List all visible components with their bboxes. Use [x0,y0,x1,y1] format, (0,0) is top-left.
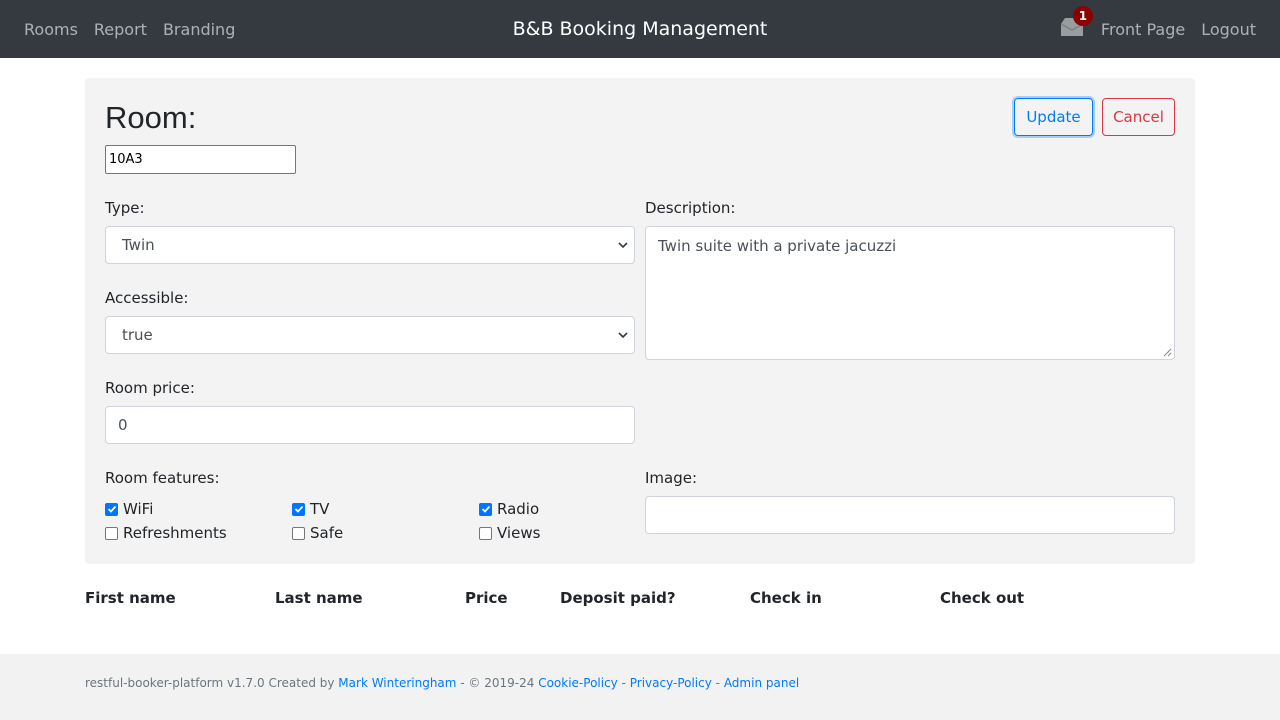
privacy-policy-link[interactable]: Privacy-Policy [630,676,712,690]
wifi-label: WiFi [123,500,154,518]
header-deposit-paid: Deposit paid? [560,589,676,607]
type-label: Type: [105,199,145,217]
check-icon [294,505,303,513]
views-checkbox[interactable] [479,526,492,540]
wifi-checkbox[interactable] [105,502,118,516]
check-icon [481,505,490,513]
nav-left-links: Rooms Report Branding [24,0,251,58]
type-select-value: Twin [122,236,155,254]
description-label: Description: [645,199,736,217]
accessible-select[interactable]: true [105,316,635,354]
image-url-input[interactable] [645,496,1175,534]
footer-separator: - [711,676,724,690]
chevron-down-icon [618,332,628,339]
page-footer: restful-booker-platform v1.7.0 Created b… [0,654,1280,720]
top-navbar: Rooms Report Branding B&B Booking Manage… [0,0,1280,58]
accessible-label: Accessible: [105,289,189,307]
resize-handle-icon[interactable] [1163,348,1172,357]
header-check-in: Check in [750,589,822,607]
refreshments-label: Refreshments [123,524,227,542]
safe-checkbox[interactable] [292,526,305,540]
feature-safe[interactable]: Safe [292,524,343,542]
nav-link-branding[interactable]: Branding [163,20,235,39]
views-label: Views [497,524,541,542]
feature-wifi[interactable]: WiFi [105,500,153,518]
footer-text: restful-booker-platform v1.7.0 Created b… [85,676,799,690]
footer-copyright: - © 2019-24 [456,676,539,690]
price-label: Room price: [105,379,195,397]
header-last-name: Last name [275,589,363,607]
nav-link-rooms[interactable]: Rooms [24,20,78,39]
type-select[interactable]: Twin [105,226,635,264]
feature-tv[interactable]: TV [292,500,329,518]
image-label: Image: [645,469,698,487]
cookie-policy-link[interactable]: Cookie-Policy [538,676,618,690]
safe-label: Safe [310,524,344,542]
page-title: Room: [105,100,197,135]
header-first-name: First name [85,589,176,607]
room-name-input[interactable] [105,145,296,174]
header-check-out: Check out [940,589,1025,607]
radio-checkbox[interactable] [479,502,492,516]
nav-link-logout[interactable]: Logout [1201,20,1256,39]
refreshments-checkbox[interactable] [105,526,118,540]
room-price-input[interactable] [105,406,635,444]
accessible-select-value: true [122,326,153,344]
update-button[interactable]: Update [1014,98,1093,136]
check-icon [107,505,116,513]
inbox-badge: 1 [1072,6,1093,26]
feature-refreshments[interactable]: Refreshments [105,524,227,542]
radio-label: Radio [497,500,540,518]
tv-checkbox[interactable] [292,502,305,516]
author-link[interactable]: Mark Winteringham [338,676,456,690]
header-price: Price [465,589,508,607]
admin-panel-link[interactable]: Admin panel [724,676,799,690]
room-details-card: Room: Update Cancel Type: Twin Accessibl… [85,78,1195,564]
description-textarea[interactable]: Twin suite with a private jacuzzi [645,226,1175,360]
features-label: Room features: [105,469,220,487]
feature-views[interactable]: Views [479,524,540,542]
footer-separator: - [617,676,630,690]
nav-link-report[interactable]: Report [94,20,147,39]
tv-label: TV [310,500,330,518]
messages-inbox-button[interactable]: 1 [1060,6,1093,38]
chevron-down-icon [618,242,628,249]
cancel-button[interactable]: Cancel [1102,98,1175,136]
footer-prefix: restful-booker-platform v1.7.0 Created b… [85,676,339,690]
nav-right-links: 1 Front Page Logout [1060,0,1256,58]
feature-radio[interactable]: Radio [479,500,539,518]
nav-link-front-page[interactable]: Front Page [1101,20,1185,39]
